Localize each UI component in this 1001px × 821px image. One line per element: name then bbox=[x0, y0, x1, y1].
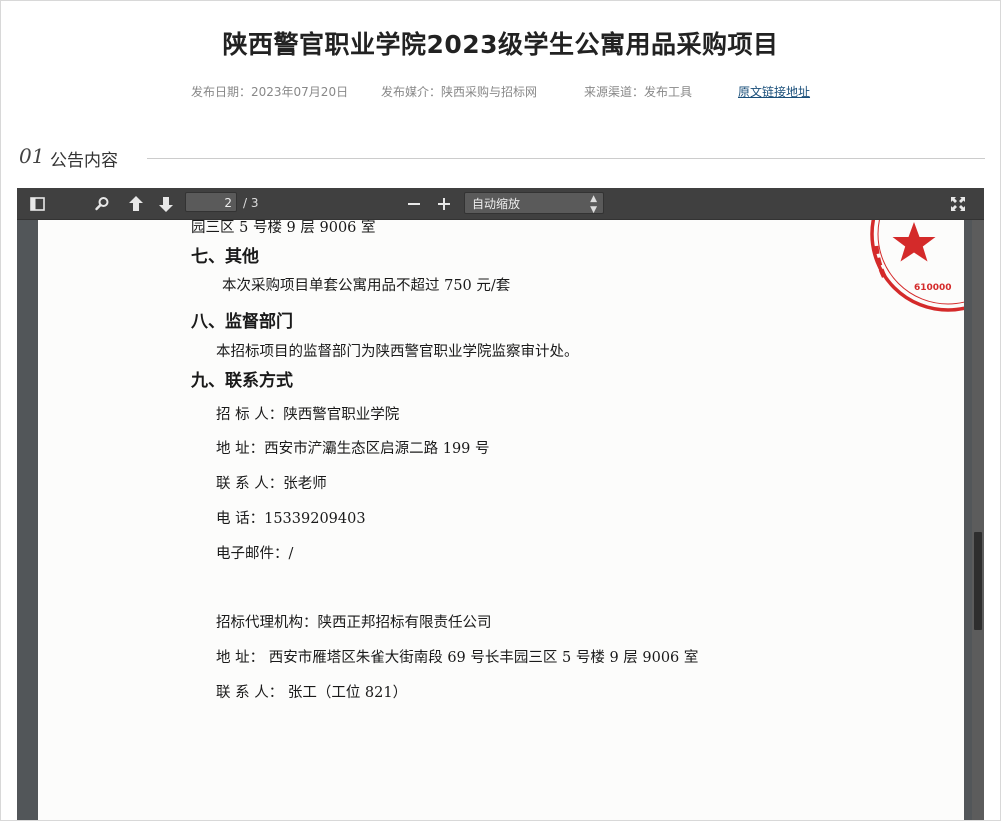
scroll-thumb[interactable] bbox=[974, 532, 982, 630]
pdf-page: 园三区 5 号楼 9 层 9006 室 七、其他 本次采购项目单套公寓用品不超过… bbox=[38, 220, 964, 820]
fullscreen-icon[interactable] bbox=[947, 193, 969, 215]
page-title: 陕西警官职业学院2023级学生公寓用品采购项目 bbox=[222, 30, 779, 59]
zoom-value: 自动缩放 bbox=[472, 197, 521, 211]
agency-address: 地 址： 西安市雁塔区朱雀大街南段 69 号长丰园三区 5 号楼 9 层 900… bbox=[216, 650, 699, 666]
scrollbar[interactable] bbox=[972, 220, 984, 820]
section-heading: 七、其他 bbox=[191, 247, 259, 267]
minus-icon[interactable] bbox=[403, 193, 425, 215]
section-heading: 八、监督部门 bbox=[191, 312, 293, 332]
section-divider bbox=[147, 158, 985, 159]
page-number-input[interactable]: 2 bbox=[185, 192, 237, 212]
contact-tenderer: 招 标 人：陕西警官职业学院 bbox=[216, 407, 400, 423]
announcement-page: 陕西警官职业学院2023级学生公寓用品采购项目 发布日期：2023年07月20日… bbox=[0, 0, 1001, 821]
arrow-down-icon[interactable] bbox=[155, 193, 177, 215]
official-stamp: 610000 bbox=[870, 220, 964, 312]
pdf-toolbar: 2 / 3 自动缩放 ▲ ▼ bbox=[17, 188, 984, 220]
section-heading: 九、联系方式 bbox=[191, 371, 293, 391]
arrow-up-icon[interactable] bbox=[125, 193, 147, 215]
source-channel: 来源渠道：发布工具 bbox=[584, 85, 693, 99]
stamp-code: 610000 bbox=[914, 283, 952, 293]
search-icon[interactable] bbox=[91, 193, 113, 215]
sidebar-toggle-icon[interactable] bbox=[27, 193, 49, 215]
zoom-select[interactable]: 自动缩放 ▲ ▼ bbox=[464, 192, 604, 215]
contact-email: 电子邮件：/ bbox=[216, 546, 294, 562]
section-number: 01 bbox=[19, 144, 45, 168]
contact-phone: 电 话：15339209403 bbox=[216, 511, 366, 527]
document-line: 本招标项目的监督部门为陕西警官职业学院监察审计处。 bbox=[216, 344, 579, 360]
pdf-viewer: 2 / 3 自动缩放 ▲ ▼ 园三区 5 号楼 9 层 9006 室 七、其他 … bbox=[17, 188, 984, 820]
chevron-updown-icon: ▲ ▼ bbox=[590, 194, 597, 215]
contact-person: 联 系 人：张老师 bbox=[216, 476, 327, 492]
section-label: 公告内容 bbox=[50, 151, 118, 171]
publish-media: 发布媒介：陕西采购与招标网 bbox=[381, 85, 538, 99]
publish-date: 发布日期：2023年07月20日 bbox=[191, 85, 349, 99]
document-line: 园三区 5 号楼 9 层 9006 室 bbox=[191, 220, 376, 236]
document-line: 本次采购项目单套公寓用品不超过 750 元/套 bbox=[222, 278, 511, 294]
agency-contact: 联 系 人： 张工（工位 821） bbox=[216, 685, 408, 701]
plus-icon[interactable] bbox=[433, 193, 455, 215]
page-total: / 3 bbox=[243, 196, 259, 210]
contact-address: 地 址：西安市浐灞生态区启源二路 199 号 bbox=[216, 441, 490, 457]
original-link[interactable]: 原文链接地址 bbox=[738, 83, 810, 100]
agency-name: 招标代理机构：陕西正邦招标有限责任公司 bbox=[216, 615, 492, 631]
